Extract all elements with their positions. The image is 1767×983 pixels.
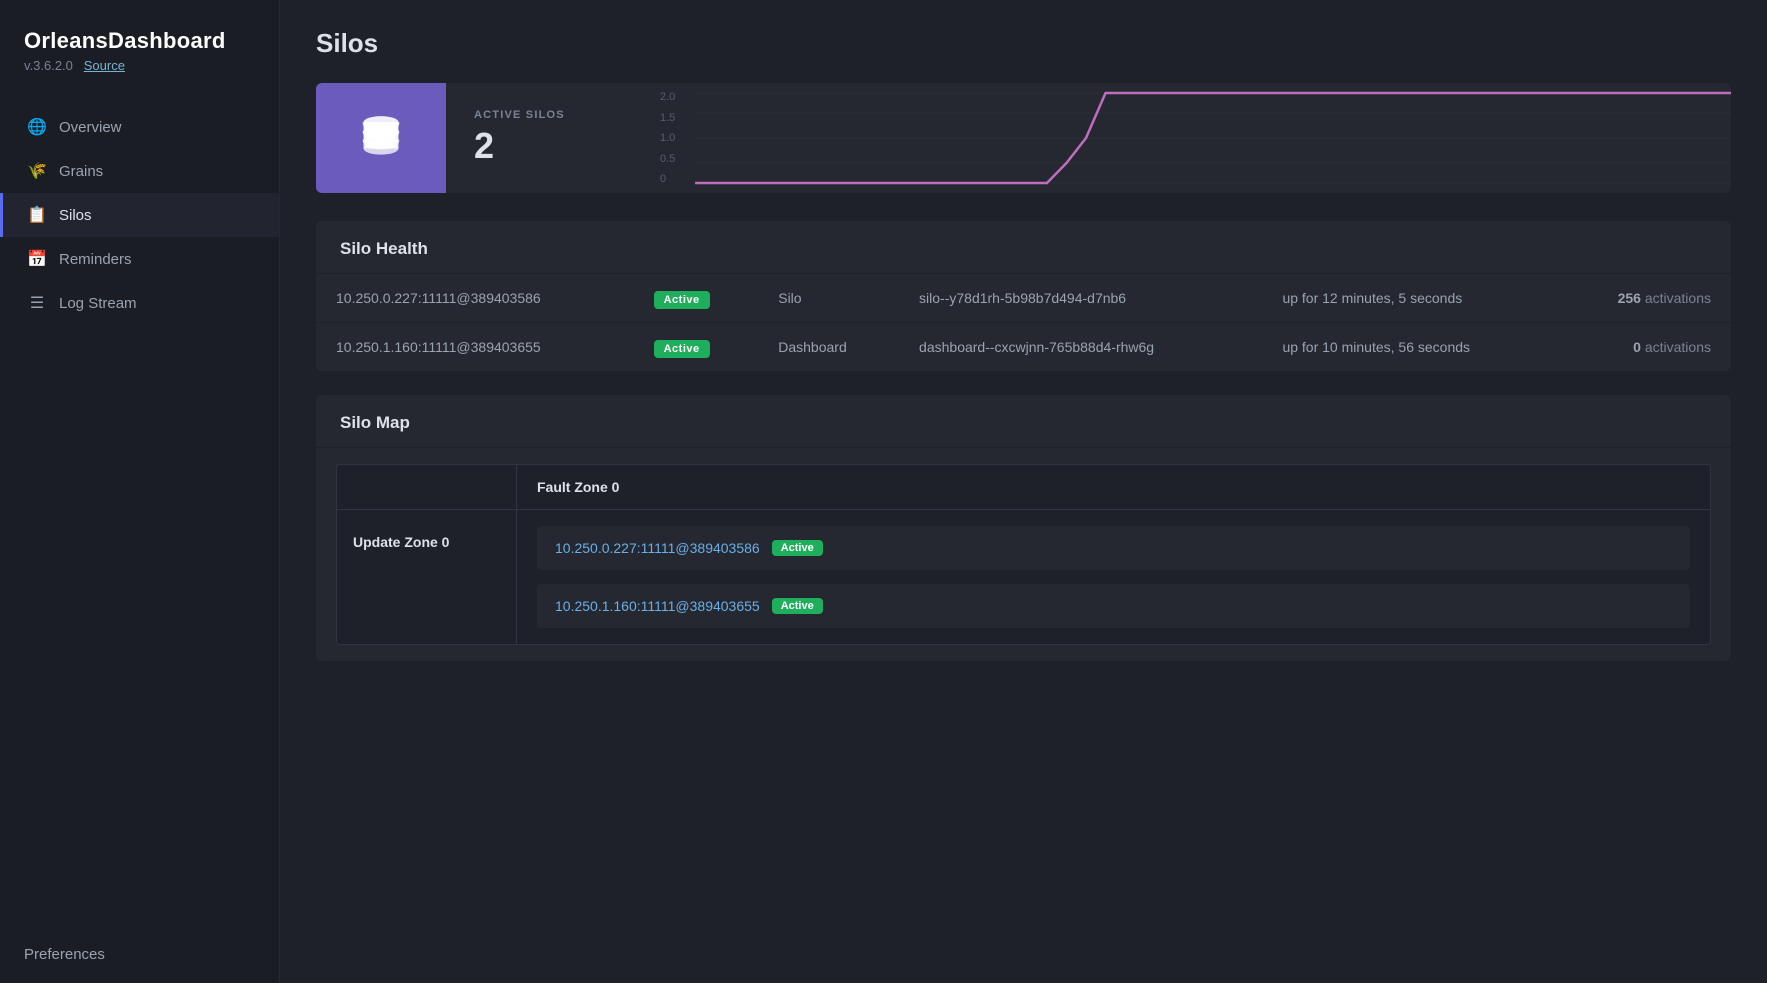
sidebar-item-overview[interactable]: 🌐 Overview — [0, 105, 279, 149]
sidebar-item-silos-label: Silos — [59, 207, 92, 224]
health-table: 10.250.0.227:11111@389403586 Active Silo… — [316, 274, 1731, 371]
chart-label-05: 0.5 — [660, 153, 675, 165]
map-silo-entry-2: 10.250.1.160:11111@389403655 Active — [537, 584, 1690, 628]
silo-activations-2: 0 activations — [1558, 323, 1731, 372]
app-title: OrleansDashboard — [24, 28, 255, 54]
overview-icon: 🌐 — [27, 117, 47, 137]
map-status-badge-2: Active — [772, 598, 823, 614]
active-silos-label: ACTIVE SILOS — [474, 109, 565, 121]
silo-name-2: dashboard--cxcwjnn-765b88d4-rhw6g — [899, 323, 1262, 372]
sidebar-nav: 🌐 Overview 🌾 Grains 📋 Silos 📅 Reminders … — [0, 105, 279, 926]
silo-health-title: Silo Health — [316, 221, 1731, 274]
sidebar: OrleansDashboard v.3.6.2.0 Source 🌐 Over… — [0, 0, 280, 983]
sidebar-item-reminders-label: Reminders — [59, 251, 132, 268]
map-silo-link-1[interactable]: 10.250.0.227:11111@389403586 — [555, 540, 760, 556]
logstream-icon: ☰ — [27, 293, 47, 313]
sidebar-item-reminders[interactable]: 📅 Reminders — [0, 237, 279, 281]
table-row: 10.250.1.160:11111@389403655 Active Dash… — [316, 323, 1731, 372]
silo-map-inner: Fault Zone 0 Update Zone 0 10.250.0.227:… — [316, 448, 1731, 661]
silo-address-2[interactable]: 10.250.1.160:11111@389403655 — [316, 323, 634, 372]
silo-map-title: Silo Map — [316, 395, 1731, 448]
silo-name-1: silo--y78d1rh-5b98b7d494-d7nb6 — [899, 274, 1262, 323]
update-zone-label: Update Zone 0 — [337, 510, 517, 644]
status-badge: Active — [654, 291, 710, 309]
chart-y-labels: 2.0 1.5 1.0 0.5 0 — [660, 83, 675, 193]
map-status-badge-1: Active — [772, 540, 823, 556]
status-badge: Active — [654, 340, 710, 358]
silo-type-2: Dashboard — [758, 323, 899, 372]
source-link[interactable]: Source — [84, 58, 125, 73]
sidebar-item-overview-label: Overview — [59, 119, 122, 136]
sidebar-header: OrleansDashboard v.3.6.2.0 Source — [0, 0, 279, 81]
silo-map-section: Silo Map Fault Zone 0 Update Zone 0 10.2… — [316, 395, 1731, 661]
preferences-button[interactable]: Preferences — [0, 926, 279, 983]
chart-label-0: 0 — [660, 173, 675, 185]
silo-map-grid: Fault Zone 0 Update Zone 0 10.250.0.227:… — [336, 464, 1711, 645]
table-row: 10.250.0.227:11111@389403586 Active Silo… — [316, 274, 1731, 323]
silo-activations-1: 256 activations — [1558, 274, 1731, 323]
fault-zone-header: Fault Zone 0 — [517, 465, 1710, 510]
silo-health-section: Silo Health 10.250.0.227:11111@389403586… — [316, 221, 1731, 371]
silo-type-1: Silo — [758, 274, 899, 323]
main-content: Silos ACTIVE SILOS 2 — [280, 0, 1767, 983]
chart-svg — [656, 83, 1731, 193]
chart-label-15: 1.5 — [660, 112, 675, 124]
sidebar-item-silos[interactable]: 📋 Silos — [0, 193, 279, 237]
map-corner — [337, 465, 517, 510]
silo-icon-box — [316, 83, 446, 193]
grains-icon: 🌾 — [27, 161, 47, 181]
app-version: v.3.6.2.0 Source — [24, 58, 255, 73]
silo-address-1[interactable]: 10.250.0.227:11111@389403586 — [316, 274, 634, 323]
sidebar-item-logstream-label: Log Stream — [59, 295, 137, 312]
silo-status-1: Active — [634, 274, 759, 323]
database-icon — [353, 110, 409, 166]
active-silos-info: ACTIVE SILOS 2 — [446, 109, 593, 167]
reminders-icon: 📅 — [27, 249, 47, 269]
silos-icon: 📋 — [27, 205, 47, 225]
active-silos-count: 2 — [474, 125, 565, 167]
chart-label-2: 2.0 — [660, 91, 675, 103]
sidebar-item-grains[interactable]: 🌾 Grains — [0, 149, 279, 193]
silo-uptime-2: up for 10 minutes, 56 seconds — [1262, 323, 1557, 372]
page-title: Silos — [316, 28, 1731, 59]
sidebar-item-grains-label: Grains — [59, 163, 103, 180]
silo-status-2: Active — [634, 323, 759, 372]
map-silo-link-2[interactable]: 10.250.1.160:11111@389403655 — [555, 598, 760, 614]
stats-row: ACTIVE SILOS 2 2.0 1.5 1.0 0.5 0 — [316, 83, 1731, 193]
silos-chart: 2.0 1.5 1.0 0.5 0 — [656, 83, 1731, 193]
map-silo-entry-1: 10.250.0.227:11111@389403586 Active — [537, 526, 1690, 570]
chart-label-1: 1.0 — [660, 132, 675, 144]
silo-uptime-1: up for 12 minutes, 5 seconds — [1262, 274, 1557, 323]
active-silos-card: ACTIVE SILOS 2 — [316, 83, 656, 193]
sidebar-item-logstream[interactable]: ☰ Log Stream — [0, 281, 279, 325]
map-zone-content: 10.250.0.227:11111@389403586 Active 10.2… — [517, 510, 1710, 644]
